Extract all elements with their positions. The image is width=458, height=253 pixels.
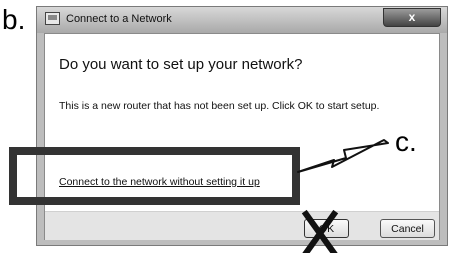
annotation-label-c: c. xyxy=(395,126,417,157)
annotation-overlay xyxy=(9,139,389,253)
pointer-arrow xyxy=(297,139,389,173)
highlight-frame xyxy=(9,147,300,205)
cross-mark xyxy=(301,209,339,253)
